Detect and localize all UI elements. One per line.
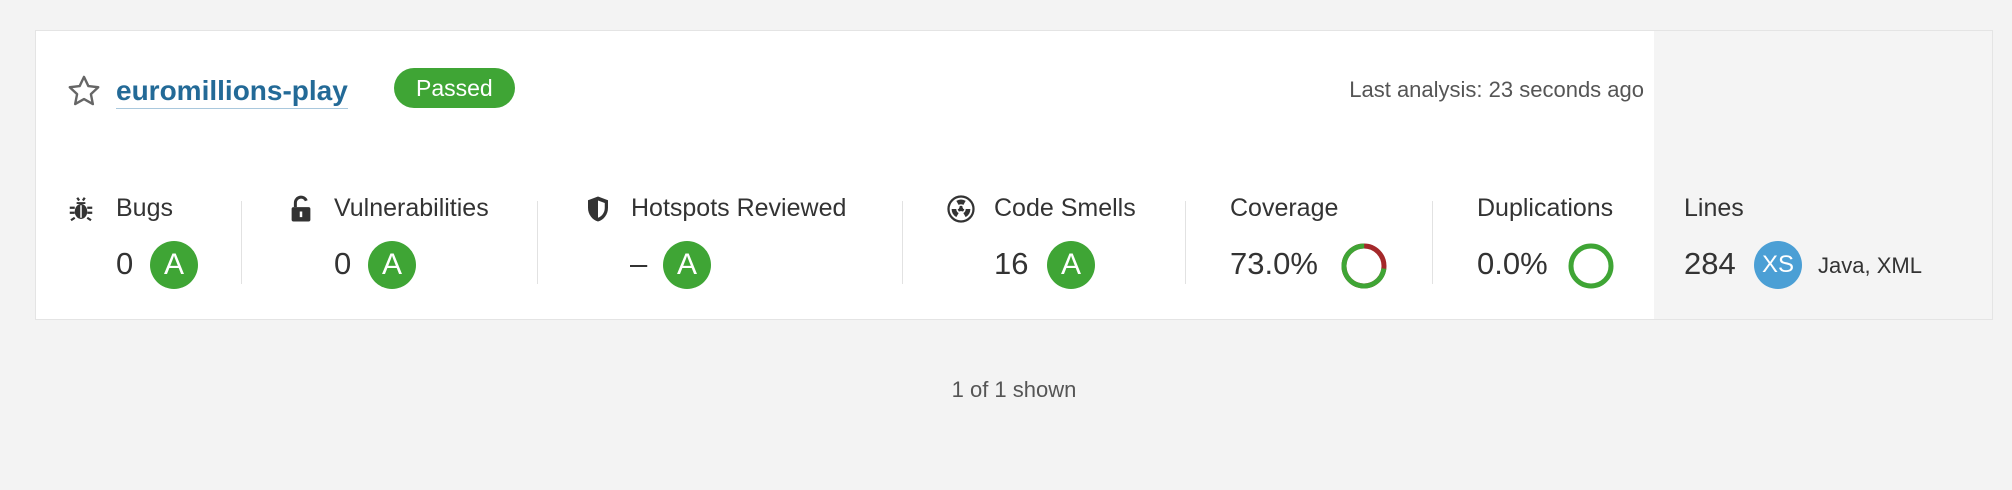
size-rating-badge: XS bbox=[1754, 241, 1802, 289]
project-card: euromillions-play Passed Last analysis: … bbox=[35, 30, 1993, 320]
shield-icon bbox=[588, 196, 608, 222]
project-name-link[interactable]: euromillions-play bbox=[116, 74, 348, 109]
coverage-donut[interactable] bbox=[1339, 241, 1389, 291]
vulnerabilities-value[interactable]: 0 bbox=[334, 244, 351, 284]
divider bbox=[902, 201, 903, 284]
duplications-donut[interactable] bbox=[1566, 241, 1616, 291]
hotspots-rating[interactable]: A bbox=[663, 241, 711, 289]
lines-label: Lines bbox=[1684, 194, 1744, 222]
duplications-label: Duplications bbox=[1477, 194, 1614, 222]
code-smells-value[interactable]: 16 bbox=[994, 244, 1028, 284]
languages-text: Java, XML bbox=[1818, 253, 1922, 278]
star-icon[interactable] bbox=[66, 73, 102, 109]
bugs-rating[interactable]: A bbox=[150, 241, 198, 289]
bug-icon bbox=[69, 197, 93, 222]
vulnerabilities-label: Vulnerabilities bbox=[334, 194, 489, 222]
duplications-value[interactable]: 0.0% bbox=[1477, 244, 1548, 284]
vulnerabilities-rating[interactable]: A bbox=[368, 241, 416, 289]
coverage-label: Coverage bbox=[1230, 194, 1339, 222]
code-smells-label: Code Smells bbox=[994, 194, 1136, 222]
last-analysis-text: Last analysis: 23 seconds ago bbox=[1349, 77, 1644, 102]
code-smells-rating[interactable]: A bbox=[1047, 241, 1095, 289]
divider bbox=[537, 201, 538, 284]
bugs-value[interactable]: 0 bbox=[116, 244, 133, 284]
divider bbox=[1432, 201, 1433, 284]
radiation-icon bbox=[947, 195, 975, 223]
coverage-value[interactable]: 73.0% bbox=[1230, 244, 1318, 284]
lock-icon bbox=[291, 195, 311, 222]
divider bbox=[1185, 201, 1186, 284]
divider bbox=[241, 201, 242, 284]
hotspots-value[interactable]: – bbox=[630, 244, 647, 284]
bugs-label: Bugs bbox=[116, 194, 173, 222]
lines-value: 284 bbox=[1684, 246, 1736, 281]
quality-gate-badge: Passed bbox=[394, 68, 515, 108]
results-count: 1 of 1 shown bbox=[951, 377, 1077, 402]
hotspots-label: Hotspots Reviewed bbox=[631, 194, 847, 222]
